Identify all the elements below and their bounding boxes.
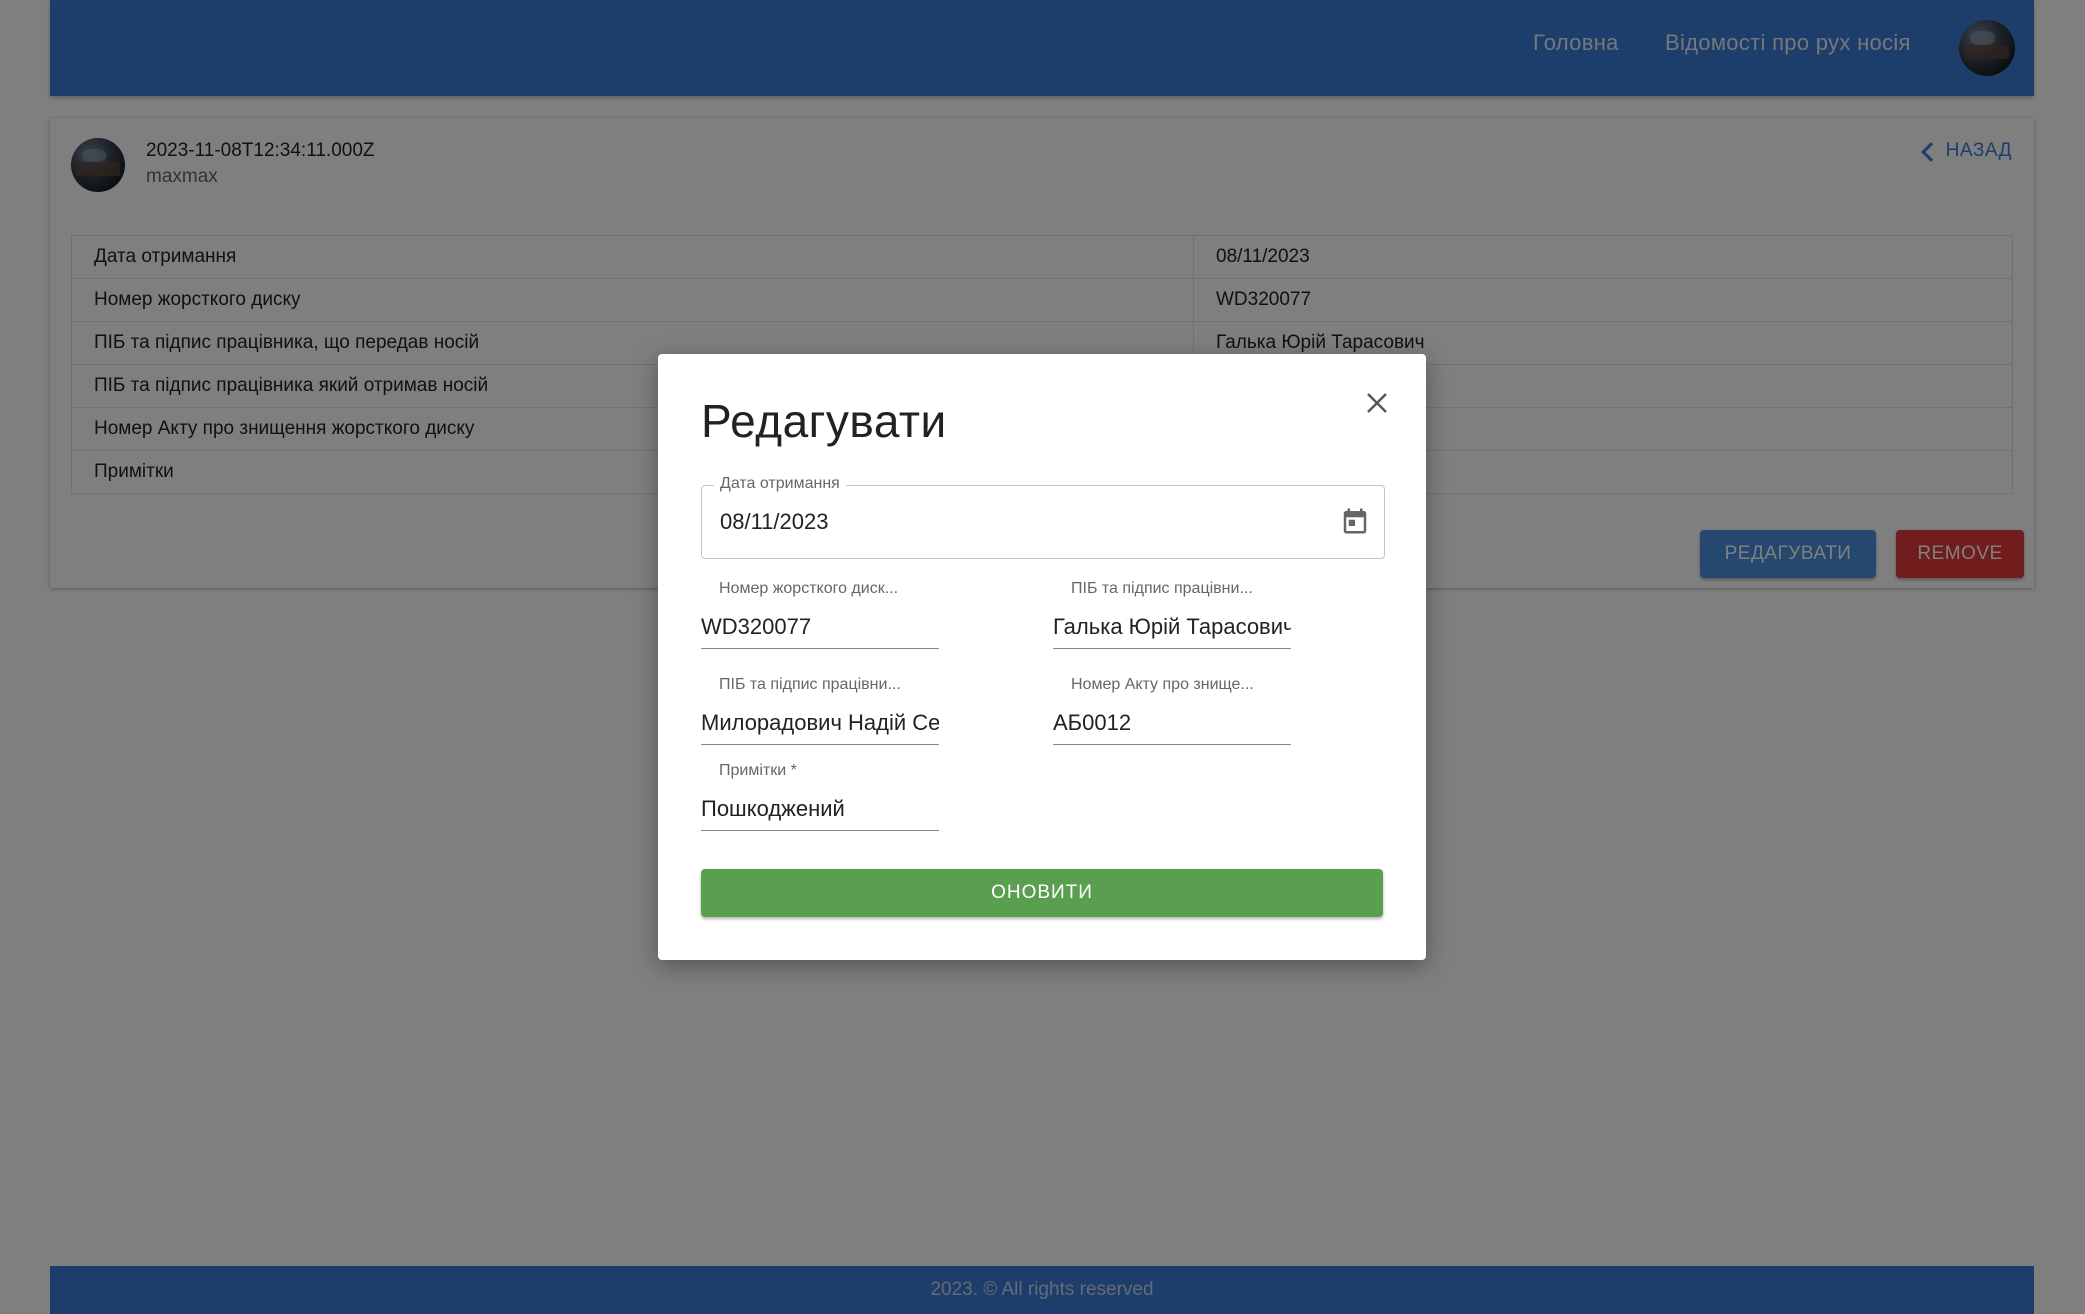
act-number-value: АБ0012 [1053, 710, 1291, 745]
disk-number-value: WD320077 [701, 614, 939, 649]
sender-value: Галька Юрій Тарасович [1053, 614, 1291, 649]
receiver-label: ПІБ та підпис працівни... [719, 676, 901, 693]
date-field-label: Дата отримання [714, 475, 846, 493]
receiver-value: Милорадович Надій Семенович [701, 710, 939, 745]
calendar-icon[interactable] [1340, 506, 1370, 536]
sender-label: ПІБ та підпис працівни... [1071, 580, 1253, 597]
disk-number-label: Номер жорсткого диск... [719, 580, 899, 597]
date-field-value: 08/11/2023 [720, 509, 829, 534]
modal-title: Редагувати [701, 395, 947, 447]
date-field[interactable]: Дата отримання 08/11/2023 [701, 475, 1385, 559]
notes-value: Пошкоджений [701, 796, 939, 831]
edit-modal: Редагувати Дата отримання 08/11/2023 Ном… [658, 354, 1426, 960]
notes-label: Примітки * [719, 762, 797, 779]
act-number-label: Номер Акту про знище... [1071, 676, 1254, 693]
update-button[interactable]: ОНОВИТИ [701, 869, 1383, 917]
close-icon[interactable] [1364, 390, 1390, 416]
